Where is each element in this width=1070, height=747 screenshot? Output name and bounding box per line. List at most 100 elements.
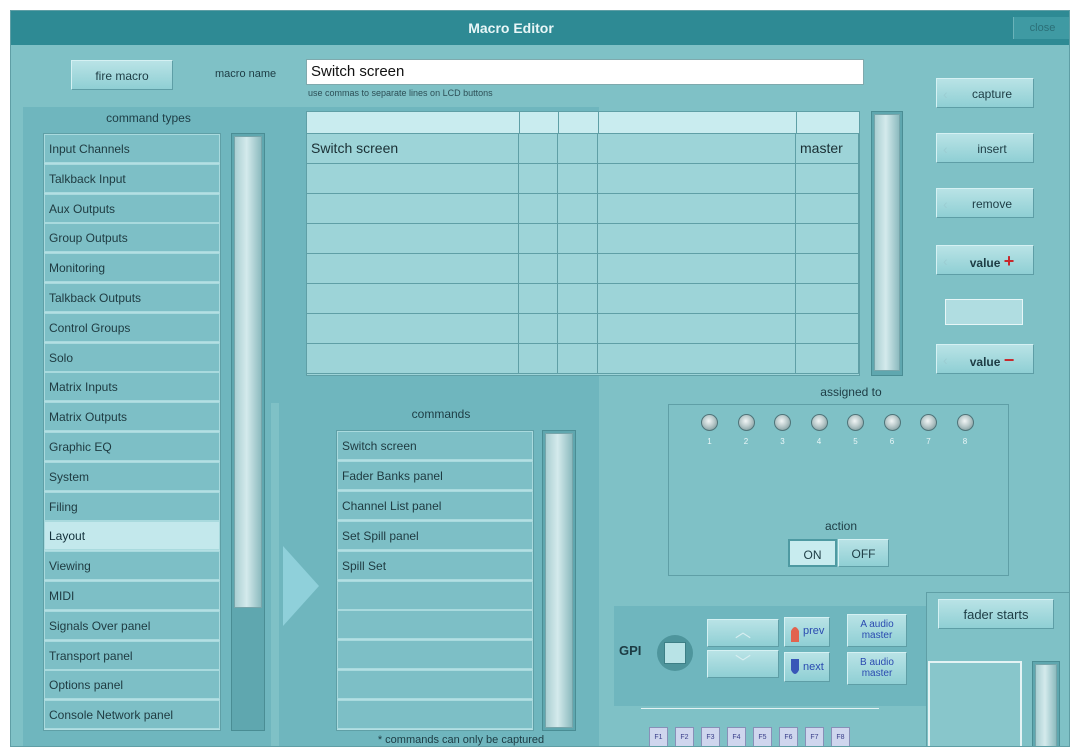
fkey-f8[interactable]: F8	[831, 727, 850, 746]
macro-line-cell[interactable]	[558, 164, 598, 194]
fire-macro-button[interactable]: fire macro	[71, 60, 173, 90]
close-button[interactable]: close	[1013, 17, 1069, 39]
command-type-item[interactable]: Talkback Outputs	[44, 283, 220, 312]
macro-line-cell[interactable]	[598, 224, 796, 254]
command-type-item[interactable]: Viewing	[44, 551, 220, 581]
macro-line-cell[interactable]	[519, 224, 558, 254]
macro-line-cell[interactable]	[519, 194, 558, 224]
next-button[interactable]: next	[784, 652, 830, 682]
b-audio-master-button[interactable]: B audio master	[847, 652, 907, 685]
macro-line-cell[interactable]	[307, 314, 519, 344]
command-type-item[interactable]: Matrix Inputs	[44, 372, 220, 402]
command-type-item[interactable]: Solo	[44, 342, 220, 372]
assign-led-8[interactable]	[956, 414, 974, 431]
macro-lines-scrollbar[interactable]	[871, 111, 903, 376]
fkey-f4[interactable]: F4	[727, 727, 746, 746]
command-item[interactable]: Fader Banks panel	[337, 460, 533, 490]
command-item[interactable]	[337, 640, 533, 670]
macro-line-cell[interactable]	[558, 224, 598, 254]
fader-starts-scrollbar[interactable]	[1032, 661, 1060, 746]
command-type-item[interactable]: Console Network panel	[44, 700, 220, 730]
command-type-item[interactable]: Input Channels	[44, 134, 220, 163]
fader-starts-button[interactable]: fader starts	[938, 599, 1054, 629]
macro-line-cell[interactable]	[796, 164, 859, 194]
assign-led-6[interactable]	[883, 414, 901, 431]
macro-line-cell[interactable]	[307, 194, 519, 224]
commands-scroll-thumb[interactable]	[545, 433, 573, 728]
fkey-f7[interactable]: F7	[805, 727, 824, 746]
macro-line-cell[interactable]	[598, 134, 796, 164]
macro-lines-scroll-thumb[interactable]	[874, 114, 900, 371]
insert-button[interactable]: ‹ insert	[936, 133, 1034, 163]
action-on-button[interactable]: ON	[788, 539, 837, 567]
command-types-scroll-thumb[interactable]	[234, 136, 262, 608]
macro-line-cell[interactable]	[519, 284, 558, 314]
macro-line-cell[interactable]	[598, 194, 796, 224]
macro-line-cell[interactable]	[519, 314, 558, 344]
macro-line-cell[interactable]	[558, 134, 598, 164]
command-types-scrollbar[interactable]	[231, 133, 265, 731]
fkey-f3[interactable]: F3	[701, 727, 720, 746]
macro-line-cell[interactable]	[598, 164, 796, 194]
macro-line-cell[interactable]	[307, 224, 519, 254]
macro-line-cell[interactable]	[598, 344, 796, 374]
command-type-item[interactable]: Talkback Input	[44, 163, 220, 193]
macro-line-cell[interactable]	[519, 134, 558, 164]
macro-line-cell[interactable]	[307, 284, 519, 314]
command-type-item[interactable]: Matrix Outputs	[44, 402, 220, 432]
macro-line-cell[interactable]	[796, 314, 859, 344]
assign-led-5[interactable]	[847, 414, 864, 431]
command-type-item[interactable]: MIDI	[44, 581, 220, 610]
macro-line-cell[interactable]	[519, 344, 558, 374]
macro-line-cell[interactable]	[796, 254, 859, 284]
fkey-f1[interactable]: F1	[649, 727, 668, 746]
fkey-f2[interactable]: F2	[675, 727, 694, 746]
macro-line-cell[interactable]	[558, 314, 598, 344]
assign-led-3[interactable]	[774, 414, 791, 431]
gpi-up-button[interactable]: ︿	[707, 619, 779, 647]
command-item[interactable]: Channel List panel	[337, 490, 533, 520]
macro-line-cell[interactable]	[558, 344, 598, 374]
macro-line-cell[interactable]	[598, 284, 796, 314]
command-type-item[interactable]: System	[44, 461, 220, 491]
command-type-item[interactable]: Aux Outputs	[44, 193, 220, 223]
a-audio-master-button[interactable]: A audio master	[847, 614, 907, 647]
macro-line-cell[interactable]	[796, 224, 859, 254]
assign-led-1[interactable]	[701, 414, 718, 431]
command-item[interactable]	[337, 700, 533, 730]
command-type-item[interactable]: Control Groups	[44, 312, 220, 342]
command-type-item[interactable]: Transport panel	[44, 640, 220, 670]
macro-line-cell[interactable]	[307, 344, 519, 374]
remove-button[interactable]: ‹ remove	[936, 188, 1034, 218]
command-item[interactable]: Switch screen	[337, 431, 533, 460]
macro-line-cell[interactable]	[796, 344, 859, 374]
prev-button[interactable]: prev	[784, 617, 830, 647]
macro-line-cell[interactable]: Switch screen	[307, 134, 519, 164]
assign-led-7[interactable]	[920, 414, 937, 431]
command-type-item[interactable]: Filing	[44, 491, 220, 521]
command-item[interactable]: Spill Set	[337, 550, 533, 580]
command-type-item[interactable]: Monitoring	[44, 253, 220, 283]
gpi-checkbox[interactable]	[664, 642, 686, 664]
macro-line-cell[interactable]	[598, 254, 796, 284]
macro-line-cell[interactable]	[519, 164, 558, 194]
command-item[interactable]	[337, 580, 533, 610]
capture-button[interactable]: ‹ capture	[936, 78, 1034, 108]
gpi-down-button[interactable]: ﹀	[707, 650, 779, 678]
macro-line-cell[interactable]	[519, 254, 558, 284]
command-type-item[interactable]: Group Outputs	[44, 223, 220, 253]
macro-line-cell[interactable]	[307, 164, 519, 194]
macro-line-cell[interactable]	[558, 284, 598, 314]
macro-line-cell[interactable]	[796, 284, 859, 314]
command-item[interactable]: Set Spill panel	[337, 520, 533, 550]
command-item[interactable]	[337, 670, 533, 700]
fader-starts-scroll-thumb[interactable]	[1035, 664, 1057, 746]
macro-line-cell[interactable]: master	[796, 134, 859, 164]
fkey-f5[interactable]: F5	[753, 727, 772, 746]
command-type-item[interactable]: Options panel	[44, 670, 220, 700]
command-type-item[interactable]: Layout	[44, 521, 220, 551]
assign-led-4[interactable]	[810, 414, 828, 431]
macro-line-cell[interactable]	[796, 194, 859, 224]
value-up-button[interactable]: ‹ value +	[936, 245, 1034, 275]
macro-line-cell[interactable]	[598, 314, 796, 344]
